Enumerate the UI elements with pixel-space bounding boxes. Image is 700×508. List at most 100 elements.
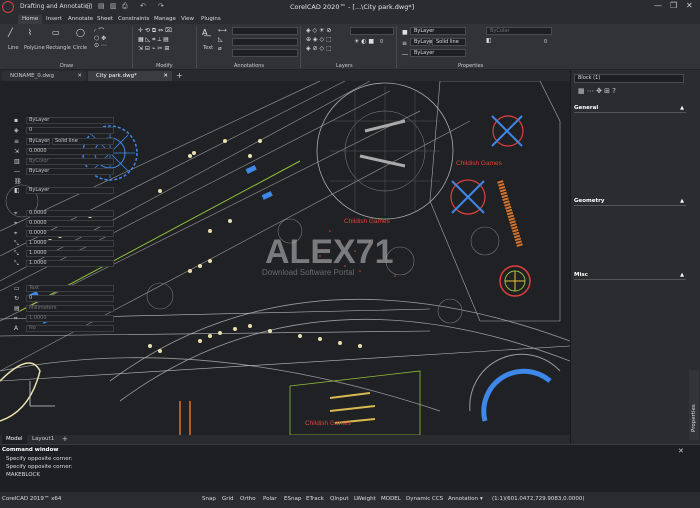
add-layout-button[interactable]: + xyxy=(58,435,72,444)
toggle-model[interactable]: MODEL xyxy=(381,496,401,502)
arc-icon[interactable]: ◜ ⌒ ⬡ ✥ ⊙ ⋯ xyxy=(94,26,107,49)
tab-constraints[interactable]: Constraints xyxy=(114,15,153,24)
prop-plotstyle: ▥ ByColor xyxy=(4,157,116,166)
workspace-selector[interactable]: Drafting and Annotation xyxy=(20,3,92,10)
line-tool-label[interactable]: Line xyxy=(8,45,18,51)
panel-tools-icon[interactable]: ▦ ⋯ ✥ ⊞ ? xyxy=(578,87,616,95)
linestyle-combo[interactable]: Solid line xyxy=(432,38,466,46)
prop-units: ▤ Millimeters xyxy=(4,304,116,313)
prop-field[interactable]: 0 xyxy=(26,295,114,302)
doc-tab-noname[interactable]: NONAME_0.dwg ✕ xyxy=(2,71,86,81)
text-icon[interactable]: A͟ xyxy=(202,28,207,37)
app-logo-icon[interactable] xyxy=(2,1,14,13)
doc-tab-city-park[interactable]: City park.dwg* ✕ xyxy=(88,71,172,81)
circle-icon[interactable]: ◯ xyxy=(76,28,85,37)
prop-field[interactable]: 0.0000 xyxy=(26,230,114,237)
selection-combo[interactable]: Block (1) xyxy=(574,74,684,83)
chevron-up-icon[interactable]: ▲ xyxy=(680,272,684,278)
tab-insert[interactable]: Insert xyxy=(42,15,66,24)
annotation-scale-selector[interactable]: Annotation xyxy=(448,496,478,502)
toggle-dynamic-ccs[interactable]: Dynamic CCS xyxy=(406,496,443,502)
minimize-button[interactable]: — xyxy=(654,1,662,10)
toggle-polar[interactable]: Polar xyxy=(263,496,277,502)
prop-field[interactable]: ByColor xyxy=(26,158,114,165)
prop-field[interactable]: 0 xyxy=(26,127,114,134)
chevron-up-icon[interactable]: ▲ xyxy=(680,198,684,204)
toggle-qinput[interactable]: QInput xyxy=(330,496,349,502)
chevron-up-icon[interactable]: ▲ xyxy=(680,105,684,111)
maximize-button[interactable]: ❐ xyxy=(670,1,677,10)
tab-view[interactable]: View xyxy=(177,15,198,24)
polyline-tool-label[interactable]: PolyLine xyxy=(24,45,45,51)
prop-field[interactable]: 0.0000 xyxy=(26,210,114,217)
toggle-esnap[interactable]: ESnap xyxy=(284,496,301,502)
save-icon[interactable]: ▥ xyxy=(110,2,117,10)
close-icon[interactable]: ✕ xyxy=(163,71,168,81)
prop-field[interactable]: ByLayer xyxy=(26,168,114,175)
open-icon[interactable]: ▤ xyxy=(98,2,105,10)
tab-manage[interactable]: Manage xyxy=(150,15,180,24)
polyline-icon[interactable]: ⌇ xyxy=(28,28,32,37)
dimension-icon[interactable]: ⟷ ◺ ⌀ xyxy=(218,26,227,53)
tab-home[interactable]: Home xyxy=(18,15,43,24)
modify-tools-icon[interactable]: ✛ ⟲ ⧉ ⇔ ⌧ ▦ ◺ ⌗ ⟂ ▤ ⇲ ⊟ ⌁ ✂ ⊞ xyxy=(138,26,172,53)
line-icon[interactable]: ╱ xyxy=(8,28,13,37)
toggle-grid[interactable]: Grid xyxy=(222,496,234,502)
prop-field[interactable]: No xyxy=(26,325,114,332)
toggle-snap[interactable]: Snap xyxy=(202,496,216,502)
geometry-section-header[interactable]: Geometry ▲ xyxy=(574,198,686,206)
prop-field[interactable]: ByLayer xyxy=(26,117,114,124)
doc-tab-label: NONAME_0.dwg xyxy=(10,73,55,79)
redo-icon[interactable]: ↷ xyxy=(158,2,164,10)
close-icon[interactable]: ✕ xyxy=(678,447,684,455)
undo-icon[interactable]: ↶ xyxy=(140,2,146,10)
tab-model[interactable]: Model xyxy=(2,435,27,444)
misc-section-header[interactable]: Misc ▲ xyxy=(574,272,686,280)
lineweight-combo[interactable]: ByLayer xyxy=(410,49,466,57)
prop-field[interactable]: 1.0000 xyxy=(26,315,114,322)
general-section-header[interactable]: General ▲ xyxy=(574,105,686,113)
prop-field[interactable]: ByLayer xyxy=(26,138,50,145)
command-window[interactable]: Command window Specify opposite corner: … xyxy=(0,444,700,492)
prop-field[interactable]: 1.0000 xyxy=(26,250,114,257)
new-tab-button[interactable]: + xyxy=(176,71,183,80)
prop-field[interactable]: Text xyxy=(26,285,114,292)
rectangle-icon[interactable]: ▭ xyxy=(52,28,60,37)
transparency-value[interactable]: 0 xyxy=(544,39,547,45)
layer-visibility-icon[interactable]: ☀ ◐ ■ xyxy=(354,38,374,45)
prop-field[interactable]: 1.0000 xyxy=(26,240,114,247)
prop-field[interactable]: 0.0000 xyxy=(26,220,114,227)
tab-layout1[interactable]: Layout1 xyxy=(28,435,58,444)
print-icon[interactable]: ⎙ xyxy=(122,2,128,11)
color-combo[interactable]: ByLayer xyxy=(410,27,466,35)
prop-field[interactable]: Solid line xyxy=(52,138,114,145)
close-button[interactable]: ✕ xyxy=(686,1,693,10)
new-icon[interactable]: ▢ xyxy=(86,2,93,10)
text-tool-label[interactable]: Text xyxy=(203,45,213,51)
linetype-combo[interactable]: ByLayer xyxy=(410,38,434,46)
close-icon[interactable]: ✕ xyxy=(77,71,82,81)
ribbon-tabs: Home Insert Annotate Sheet Constraints M… xyxy=(0,14,700,24)
toggle-etrack[interactable]: ETrack xyxy=(306,496,324,502)
layer-current[interactable]: 0 xyxy=(380,39,383,45)
childish-games-label: Childish Games xyxy=(456,160,503,167)
table-style-combo[interactable] xyxy=(232,49,298,57)
transparency-icon[interactable]: ◧ xyxy=(486,37,492,44)
plot-style-combo[interactable]: ByColor xyxy=(486,27,552,35)
prop-field[interactable]: ByLayer xyxy=(26,187,114,194)
toggle-lweight[interactable]: LWeight xyxy=(354,496,376,502)
prop-field[interactable]: 1.0000 xyxy=(26,260,114,267)
dim-style-combo[interactable] xyxy=(232,38,298,46)
text-style-combo[interactable] xyxy=(232,27,298,35)
layer-state-combo[interactable] xyxy=(350,27,394,35)
chevron-down-icon[interactable]: ▾ xyxy=(480,496,483,502)
tab-plugins[interactable]: Plugins xyxy=(197,15,225,24)
toggle-ortho[interactable]: Ortho xyxy=(240,496,256,502)
properties-side-tab[interactable]: Properties xyxy=(689,370,699,440)
prop-field[interactable]: 0.0000 xyxy=(26,148,114,155)
layer-tools-icon[interactable]: ◈ ◇ ☀ ⊘ ⊕ ◈ ◇ ⬚ ◈ ⊘ ◇ ⬚ xyxy=(306,26,332,53)
circle-tool-label[interactable]: Circle xyxy=(73,45,87,51)
status-bar: CorelCAD 2019™ x64 Snap Grid Ortho Polar… xyxy=(0,492,700,508)
prop-field[interactable]: Millimeters xyxy=(26,305,114,312)
rectangle-tool-label[interactable]: Rectangle xyxy=(46,45,71,51)
